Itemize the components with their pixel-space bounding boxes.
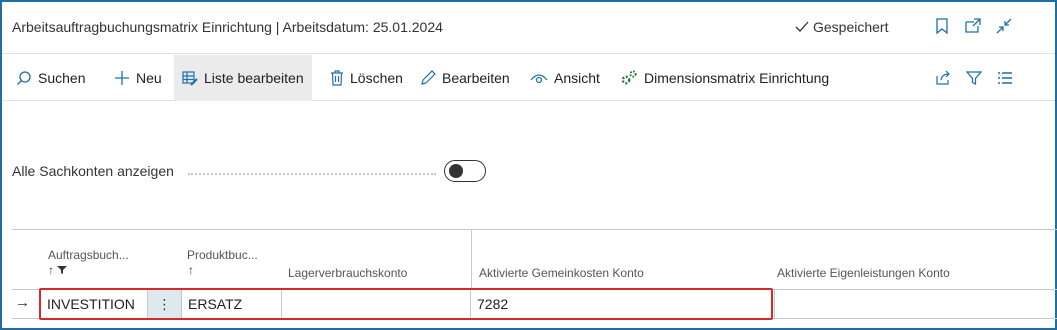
grid-top-border xyxy=(12,229,1057,230)
search-button[interactable]: Suchen xyxy=(10,55,91,101)
checkmark-icon xyxy=(795,21,809,32)
new-button[interactable]: Neu xyxy=(108,55,168,101)
page-frame: Arbeitsauftragbuchungsmatrix Einrichtung… xyxy=(0,0,1057,330)
view-button[interactable]: Ansicht xyxy=(524,55,606,101)
eigenleistungen-konto-cell[interactable] xyxy=(775,290,1055,318)
pencil-icon xyxy=(421,70,436,85)
edit-button[interactable]: Bearbeiten xyxy=(414,55,516,101)
show-all-accounts-toggle[interactable] xyxy=(444,160,486,182)
share-icon[interactable] xyxy=(935,70,951,86)
search-label: Suchen xyxy=(38,70,86,86)
plus-icon xyxy=(115,71,129,85)
edit-list-button[interactable]: Liste bearbeiten xyxy=(174,55,312,101)
dotted-leader xyxy=(188,173,436,175)
dimensions-label: Dimensionsmatrix Einrichtung xyxy=(644,70,830,86)
show-all-accounts-label: Alle Sachkonten anzeigen xyxy=(12,163,174,179)
sort-ascending-indicator: ↑ xyxy=(188,263,194,277)
edit-list-icon xyxy=(182,71,198,86)
title-bar: Arbeitsauftragbuchungsmatrix Einrichtung… xyxy=(2,2,1055,54)
view-label: Ansicht xyxy=(554,70,600,86)
page-title: Arbeitsauftragbuchungsmatrix Einrichtung… xyxy=(12,19,443,35)
action-bar: Suchen Neu Liste bearbeiten Löschen Bear… xyxy=(2,55,1055,101)
edit-label: Bearbeiten xyxy=(442,70,510,86)
collapse-icon[interactable] xyxy=(995,17,1013,35)
filter-active-icon xyxy=(57,266,68,274)
toggle-knob xyxy=(449,164,463,178)
eye-icon xyxy=(530,74,548,84)
save-status: Gespeichert xyxy=(795,19,888,35)
highlight-box xyxy=(39,288,773,320)
current-row-arrow-icon: → xyxy=(15,294,30,311)
trash-icon xyxy=(331,70,343,86)
open-new-window-icon[interactable] xyxy=(964,17,982,35)
col-header-lagerverbrauchskonto[interactable]: Lagerverbrauchskonto xyxy=(288,266,407,280)
col-header-produktbuchung[interactable]: Produktbuc... xyxy=(187,248,258,262)
bookmark-icon[interactable] xyxy=(933,17,951,35)
col-header-auftragsbuchung[interactable]: Auftragsbuch... xyxy=(48,248,129,262)
sort-ascending-icon: ↑ xyxy=(48,263,68,277)
delete-label: Löschen xyxy=(350,70,403,86)
column-divider xyxy=(471,229,472,289)
edit-list-label: Liste bearbeiten xyxy=(204,70,304,86)
delete-button[interactable]: Löschen xyxy=(324,55,409,101)
filter-icon[interactable] xyxy=(966,70,982,86)
dimensions-setup-button[interactable]: Dimensionsmatrix Einrichtung xyxy=(614,55,835,101)
search-icon xyxy=(17,71,31,85)
col-header-gemeinkosten-konto[interactable]: Aktivierte Gemeinkosten Konto xyxy=(479,266,644,280)
new-label: Neu xyxy=(136,70,162,86)
dimensions-icon xyxy=(621,70,637,85)
save-status-label: Gespeichert xyxy=(813,19,889,35)
col-header-eigenleistungen-konto[interactable]: Aktivierte Eigenleistungen Konto xyxy=(777,266,950,280)
list-view-icon[interactable] xyxy=(997,71,1013,85)
